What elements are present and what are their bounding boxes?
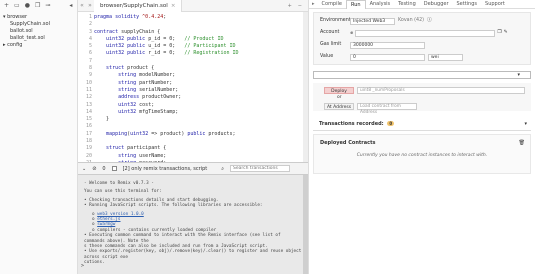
link-ethers[interactable]: ethers.js (97, 217, 120, 222)
copy-icon[interactable]: ❐ (497, 29, 501, 37)
link-swarmgw[interactable]: swarmgw (97, 222, 115, 227)
line-number: 20 (85, 152, 92, 159)
search-icon: ⌕ (221, 165, 225, 172)
deployed-contracts-title: Deployed Contracts (320, 140, 376, 146)
tree-file-supplychain[interactable]: SupplyChain.sol (3, 21, 50, 28)
run-panel-container: ▸ Compile Run Analysis Testing Debugger … (308, 0, 535, 274)
listen-label: [2] only remix transactions, script (122, 165, 208, 172)
line-number: 6 (88, 50, 92, 57)
tree-file-ballot[interactable]: ballot.sol (3, 28, 50, 35)
trash-icon[interactable]: 🗑 (519, 140, 525, 146)
tab-analysis[interactable]: Analysis (366, 0, 395, 9)
collapse-terminal-icon[interactable]: ⌄ (82, 166, 86, 172)
tab-run[interactable]: Run (345, 0, 366, 9)
chevron-right-icon[interactable]: » (86, 2, 94, 9)
account-select[interactable] (355, 29, 496, 37)
info-icon[interactable]: ⓘ (427, 17, 432, 25)
deploy-button[interactable]: Deploy (324, 87, 354, 94)
zoom-in-icon[interactable]: + (288, 3, 292, 9)
folder-icon[interactable]: ▭ (14, 2, 20, 9)
new-file-icon[interactable]: + (4, 2, 9, 9)
no-contracts-message: Currently you have no contract instances… (356, 153, 488, 158)
file-toolbar: + ▭ ● ❐ ⊸ ◂ (0, 0, 78, 11)
github-icon[interactable]: ● (25, 2, 30, 9)
at-address-input[interactable]: Load contract from Address (357, 103, 417, 115)
chevron-down-icon: ▾ (517, 72, 520, 78)
value-unit-select[interactable]: wei (428, 53, 463, 61)
tab-testing[interactable]: Testing (394, 0, 420, 9)
line-number: 10 (85, 79, 92, 86)
line-number: 4 (88, 35, 92, 42)
tree-file-ballot-test[interactable]: ballot_test.sol (3, 35, 50, 42)
tab-supplychain[interactable]: browser/SupplyChain.sol × (94, 0, 183, 12)
gas-limit-label: Gas limit (320, 42, 342, 47)
source-code[interactable]: pragma solidity ^0.4.24; contract supply… (94, 14, 239, 175)
transactions-count-badge: 0 (387, 121, 395, 126)
value-input[interactable]: 0 (350, 53, 425, 61)
contract-select[interactable]: ▾ ⓘ (313, 71, 535, 79)
at-address-button[interactable]: At Address (324, 103, 354, 110)
terminal-toolbar: ⌄ ⊘ 0 [2] only remix transactions, scrip… (78, 162, 308, 175)
line-number: 8 (88, 65, 92, 72)
environment-select[interactable]: Injected Web3 (350, 17, 395, 25)
tree-root[interactable]: ▾ browser (3, 14, 50, 21)
environment-label: Environment (320, 18, 351, 23)
or-label: or (337, 95, 342, 100)
line-number: 14 (85, 108, 92, 115)
line-number: 19 (85, 145, 92, 152)
terminal-output[interactable]: - Welcome to Remix v0.7.3 - You can use … (78, 175, 308, 274)
clear-console-icon[interactable]: ⊘ (92, 166, 96, 172)
line-number: 17 (85, 130, 92, 137)
link-icon[interactable]: ⊸ (45, 2, 50, 9)
line-number: 5 (88, 43, 92, 50)
line-number: 12 (85, 94, 92, 101)
line-number: 11 (85, 86, 92, 93)
tab-support[interactable]: Support (481, 0, 509, 9)
deploy-area: Deploy uint8 _numProposals or At Address… (313, 83, 531, 115)
code-editor: « » browser/SupplyChain.sol × + − 1234567… (78, 0, 308, 188)
transactions-recorded-header[interactable]: Transactions recorded: 0 ▾ (313, 118, 531, 131)
right-tabs: ▸ Compile Run Analysis Testing Debugger … (309, 0, 535, 9)
file-explorer-panel: + ▭ ● ❐ ⊸ ◂ ▾ browser SupplyChain.sol ba… (0, 0, 78, 274)
gas-limit-input[interactable]: 3000000 (350, 41, 425, 49)
copy-icon[interactable]: ❐ (35, 2, 40, 9)
line-number: 13 (85, 101, 92, 108)
line-number: 7 (88, 57, 92, 64)
tab-compile[interactable]: Compile (318, 0, 346, 9)
editor-tabs: « » browser/SupplyChain.sol × + − (78, 0, 308, 12)
tab-settings[interactable]: Settings (453, 0, 482, 9)
line-number: 15 (85, 116, 92, 123)
close-icon[interactable]: × (171, 3, 176, 9)
search-transactions-input[interactable] (230, 165, 291, 172)
deployed-contracts-section: Deployed Contracts 🗑 Currently you have … (313, 134, 531, 174)
pending-count: 0 (102, 165, 106, 172)
line-number: 1 (88, 14, 92, 20)
run-settings: Environment Injected Web3 Kovan (42) ⓘ A… (313, 12, 531, 65)
collapse-right-icon[interactable]: ▸ (309, 1, 318, 7)
deploy-args-input[interactable]: uint8 _numProposals (357, 87, 525, 94)
line-number: 18 (85, 138, 92, 145)
link-web3[interactable]: web3 version 1.0.0 (97, 212, 144, 217)
tree-config[interactable]: ▸ config (3, 42, 50, 49)
zoom-out-icon[interactable]: − (298, 3, 302, 9)
line-number: 16 (85, 123, 92, 130)
listen-checkbox[interactable] (111, 166, 117, 171)
account-label: Account (320, 30, 340, 35)
tab-debugger[interactable]: Debugger (420, 0, 453, 9)
chevron-down-icon[interactable]: ▾ (524, 118, 527, 131)
chevron-left-icon[interactable]: « (78, 2, 86, 9)
line-number: 3 (88, 28, 92, 35)
plus-icon[interactable]: ⊕ (350, 29, 353, 37)
collapse-icon[interactable]: ◂ (69, 2, 72, 9)
line-number: 2 (88, 21, 92, 28)
value-label: Value (320, 54, 334, 59)
edit-icon[interactable]: ✎ (504, 29, 508, 37)
line-number: 9 (88, 72, 92, 79)
terminal-prompt[interactable]: > (81, 263, 84, 269)
